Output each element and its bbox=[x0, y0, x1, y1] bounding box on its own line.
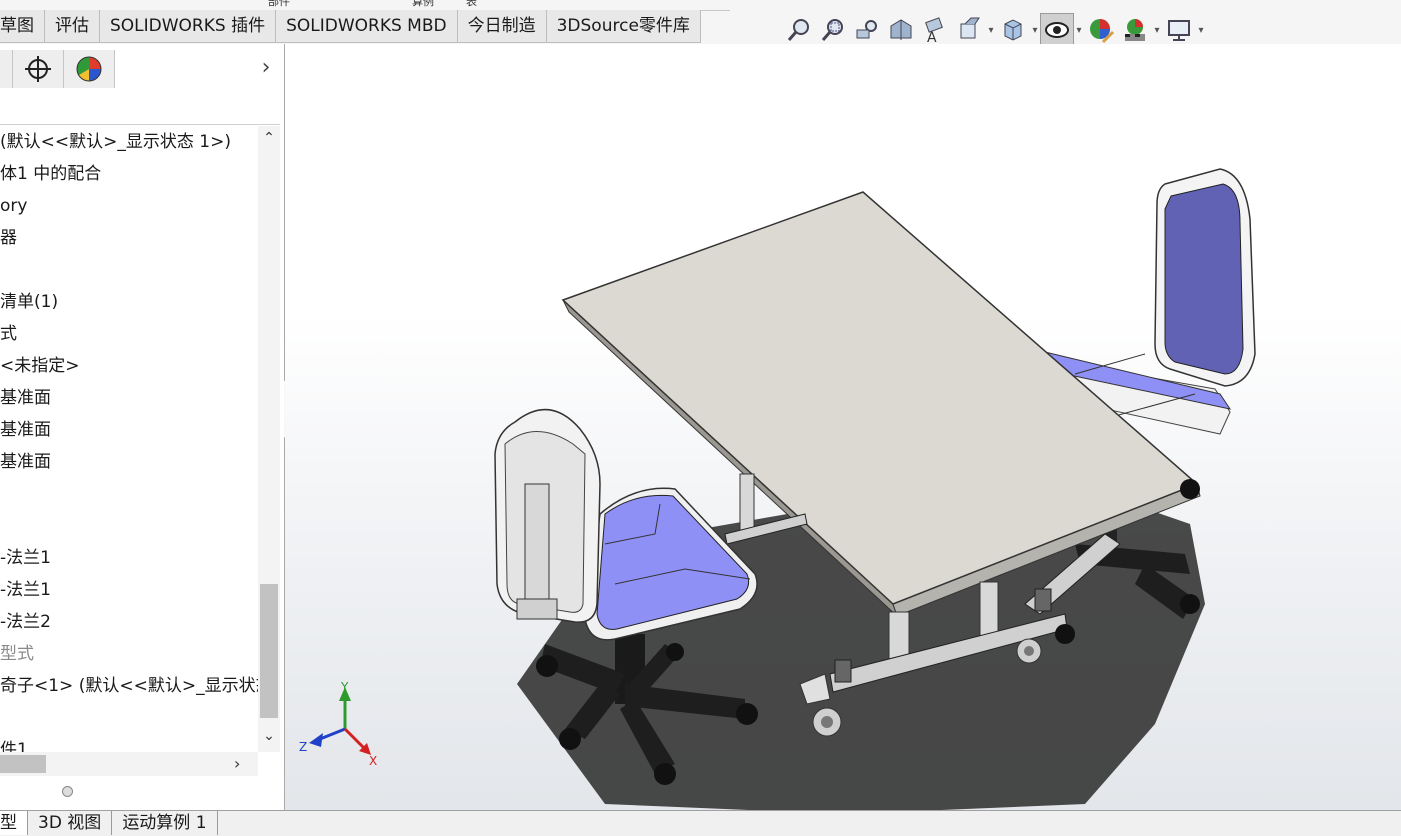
tree-filter-field[interactable] bbox=[0, 88, 280, 125]
panel-tab-strip bbox=[0, 50, 115, 88]
previous-view-icon[interactable] bbox=[850, 13, 884, 47]
scrollbar-thumb[interactable] bbox=[260, 584, 278, 718]
display-style-icon[interactable] bbox=[996, 13, 1030, 47]
hide-show-items-icon[interactable] bbox=[1040, 13, 1074, 47]
tree-item[interactable] bbox=[0, 478, 258, 510]
tree-item[interactable]: 件1 bbox=[0, 734, 258, 752]
tree-item[interactable] bbox=[0, 254, 258, 286]
tab-motion-study-1[interactable]: 运动算例 1 bbox=[112, 811, 218, 835]
crosshair-icon bbox=[25, 56, 51, 82]
tree-item[interactable] bbox=[0, 702, 258, 734]
tab-table-partial[interactable]: 表 bbox=[466, 0, 477, 10]
zoom-to-area-icon[interactable] bbox=[816, 13, 850, 47]
tab-solidworks-addins[interactable]: SOLIDWORKS 插件 bbox=[100, 10, 277, 43]
tree-item[interactable] bbox=[0, 510, 258, 542]
triad-z-arrow bbox=[309, 733, 323, 747]
scroll-right-icon[interactable]: › bbox=[234, 752, 240, 776]
view-orientation-icon[interactable] bbox=[952, 13, 986, 47]
heads-up-view-toolbar: A ▾ ▾ ▾ ▾ ▾ bbox=[782, 12, 1206, 48]
triad-y-label: Y bbox=[340, 680, 349, 694]
triad-z-label: Z bbox=[299, 740, 307, 754]
tree-item[interactable]: (默认<<默认>_显示状态 1>) bbox=[0, 126, 258, 158]
tree-item[interactable]: 体1 中的配合 bbox=[0, 158, 258, 190]
panel-tab-partial[interactable] bbox=[0, 50, 13, 88]
triad-x-label: X bbox=[369, 754, 377, 768]
tab-sketch[interactable]: 草图 bbox=[0, 10, 45, 43]
tree-item[interactable]: 奇子<1> (默认<<默认>_显示状态 bbox=[0, 670, 258, 702]
feature-tree: (默认<<默认>_显示状态 1>) 体1 中的配合 ory 器 清单(1) 式 … bbox=[0, 126, 258, 752]
tab-3dsource-library[interactable]: 3DSource零件库 bbox=[546, 10, 701, 43]
tree-vertical-scrollbar[interactable]: ⌃ ⌄ bbox=[258, 126, 280, 752]
tree-item[interactable]: <未指定> bbox=[0, 350, 258, 382]
tree-item[interactable]: -法兰2 bbox=[0, 606, 258, 638]
svg-text:A: A bbox=[927, 30, 937, 44]
appearance-sphere-icon bbox=[76, 56, 102, 82]
tree-item[interactable]: ory bbox=[0, 190, 258, 222]
panel-resize-handle-icon[interactable] bbox=[62, 786, 73, 797]
feature-manager-panel: › (默认<<默认>_显示状态 1>) 体1 中的配合 ory 器 清单(1) … bbox=[0, 44, 285, 810]
tree-item[interactable]: 型式 bbox=[0, 638, 258, 670]
edit-appearance-icon[interactable] bbox=[1084, 13, 1118, 47]
hide-show-dropdown-icon[interactable]: ▾ bbox=[1074, 25, 1084, 36]
assembly-model-view[interactable] bbox=[285, 44, 1401, 810]
command-manager: 部件 算例 表 草图 评估 SOLIDWORKS 插件 SOLIDWORKS M… bbox=[0, 0, 1401, 47]
graphics-area[interactable]: Y Z X bbox=[285, 44, 1401, 810]
chevron-right-icon[interactable]: › bbox=[254, 52, 278, 86]
scrollbar-thumb[interactable] bbox=[0, 755, 46, 773]
tab-solidworks-mbd[interactable]: SOLIDWORKS MBD bbox=[276, 10, 458, 43]
dimxpert-manager-tab[interactable] bbox=[13, 50, 64, 88]
tree-item[interactable]: 清单(1) bbox=[0, 286, 258, 318]
display-style-dropdown-icon[interactable]: ▾ bbox=[1030, 25, 1040, 36]
tab-evaluate[interactable]: 评估 bbox=[45, 10, 100, 43]
tree-horizontal-scrollbar[interactable]: › bbox=[0, 752, 258, 776]
tab-assembly-partial[interactable]: 部件 bbox=[268, 0, 290, 10]
tree-item[interactable]: 式 bbox=[0, 318, 258, 350]
tab-3d-view[interactable]: 3D 视图 bbox=[28, 811, 113, 835]
tree-item[interactable]: -法兰1 bbox=[0, 574, 258, 606]
apply-scene-dropdown-icon[interactable]: ▾ bbox=[1152, 25, 1162, 36]
tree-item[interactable]: 基准面 bbox=[0, 414, 258, 446]
tree-item[interactable]: 基准面 bbox=[0, 382, 258, 414]
tree-item[interactable]: 器 bbox=[0, 222, 258, 254]
ribbon-tabs: 草图 评估 SOLIDWORKS 插件 SOLIDWORKS MBD 今日制造 … bbox=[0, 10, 701, 43]
scroll-up-icon[interactable]: ⌃ bbox=[258, 130, 280, 146]
scroll-down-icon[interactable]: ⌄ bbox=[258, 728, 280, 744]
section-view-icon[interactable] bbox=[884, 13, 918, 47]
dynamic-annotation-icon[interactable]: A bbox=[918, 13, 952, 47]
tab-model[interactable]: 型 bbox=[0, 811, 28, 835]
tab-study-partial[interactable]: 算例 bbox=[412, 0, 434, 10]
tree-item[interactable]: 基准面 bbox=[0, 446, 258, 478]
apply-scene-icon[interactable] bbox=[1118, 13, 1152, 47]
zoom-to-fit-icon[interactable] bbox=[782, 13, 816, 47]
bottom-tab-bar: 型 3D 视图 运动算例 1 bbox=[0, 810, 1401, 836]
view-orientation-dropdown-icon[interactable]: ▾ bbox=[986, 25, 996, 36]
view-settings-icon[interactable] bbox=[1162, 13, 1196, 47]
reference-triad: Y Z X bbox=[299, 680, 377, 768]
tab-today-manufacturing[interactable]: 今日制造 bbox=[457, 10, 547, 43]
display-manager-tab[interactable] bbox=[64, 50, 115, 88]
tree-item[interactable]: -法兰1 bbox=[0, 542, 258, 574]
triad-x-axis bbox=[343, 727, 367, 751]
view-settings-dropdown-icon[interactable]: ▾ bbox=[1196, 25, 1206, 36]
